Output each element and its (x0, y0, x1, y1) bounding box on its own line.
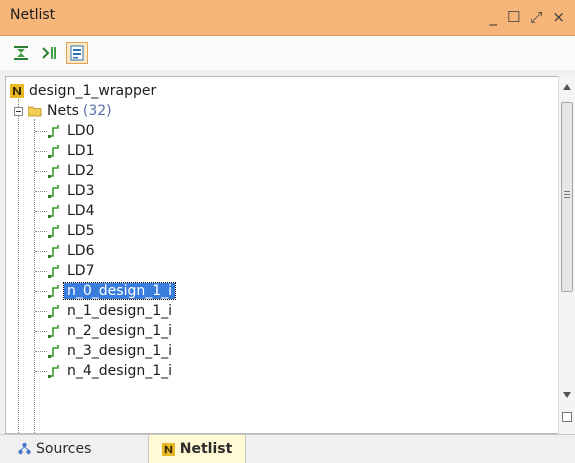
net-label: LD4 (67, 203, 95, 219)
net-label: LD3 (67, 183, 95, 199)
folder-icon (28, 106, 42, 117)
tree-item-net[interactable]: LD5 (48, 221, 95, 241)
float-icon[interactable]: ⤢ (530, 8, 542, 26)
tree-item-net[interactable]: LD7 (48, 261, 95, 281)
tree-item-net[interactable]: n_1_design_1_i (48, 301, 172, 321)
tree-connector (35, 351, 47, 352)
tree-connector (35, 151, 47, 152)
tree-connector (35, 191, 47, 192)
net-icon (48, 345, 59, 358)
expand-all-icon (42, 47, 56, 59)
net-label: LD5 (67, 223, 95, 239)
grip-icon (564, 191, 570, 198)
tree-item-net[interactable]: LD1 (48, 141, 95, 161)
tab-sources[interactable]: Sources (18, 435, 97, 463)
net-label: LD0 (67, 123, 95, 139)
netlist-n-icon (10, 84, 24, 98)
tree-connector (35, 271, 47, 272)
maximize-icon[interactable]: ☐ (507, 8, 520, 26)
panel-titlebar: Netlist _ ☐ ⤢ × (0, 0, 575, 36)
net-icon (48, 205, 59, 218)
collapse-all-icon (14, 46, 28, 60)
tab-netlist[interactable]: Netlist (148, 435, 246, 463)
show-hierarchy-button[interactable] (66, 42, 88, 64)
panel-tabs: Sources Netlist (0, 434, 575, 463)
nets-collapse-toggle[interactable] (14, 107, 23, 116)
netlist-n-icon (161, 442, 175, 456)
close-icon[interactable]: × (552, 8, 565, 26)
net-icon (48, 145, 59, 158)
tree-item-net[interactable]: LD0 (48, 121, 95, 141)
tree-connector (35, 131, 47, 132)
net-icon (48, 225, 59, 238)
net-icon (48, 285, 59, 298)
tree-item-net[interactable]: n_3_design_1_i (48, 341, 172, 361)
netlist-tree[interactable]: design_1_wrapper Nets (32) LD0 LD1 LD2 L… (5, 76, 558, 434)
scroll-up-icon[interactable] (563, 84, 571, 90)
tree-connector (35, 251, 47, 252)
net-icon (48, 125, 59, 138)
show-hierarchy-icon (70, 45, 84, 61)
tree-guide-line (18, 99, 19, 433)
tree-item-net[interactable]: n_2_design_1_i (48, 321, 172, 341)
tree-connector (35, 311, 47, 312)
tree-connector (35, 331, 47, 332)
net-icon (48, 265, 59, 278)
expand-all-button[interactable] (38, 42, 60, 64)
tree-item-nets[interactable]: Nets (32) (28, 101, 112, 121)
net-icon (48, 325, 59, 338)
tree-guide-line (34, 119, 35, 433)
tree-connector (35, 291, 47, 292)
nets-label: Nets (47, 103, 79, 119)
tree-item-net-selected[interactable]: n_0_design_1_i (48, 281, 177, 301)
net-label: LD6 (67, 243, 95, 259)
net-icon (48, 165, 59, 178)
net-icon (48, 305, 59, 318)
panel-title: Netlist (10, 7, 56, 23)
tree-item-net[interactable]: n_4_design_1_i (48, 361, 172, 381)
tab-sources-label: Sources (36, 441, 92, 457)
tree-item-net[interactable]: LD3 (48, 181, 95, 201)
window-controls: _ ☐ ⤢ × (489, 4, 565, 30)
net-label: n_1_design_1_i (67, 303, 173, 319)
net-label: n_4_design_1_i (67, 363, 173, 379)
tree-connector (35, 171, 47, 172)
net-icon (48, 365, 59, 378)
net-label: n_3_design_1_i (67, 343, 173, 359)
net-label: LD7 (67, 263, 95, 279)
tree-root-label: design_1_wrapper (29, 83, 157, 99)
tree-connector (35, 211, 47, 212)
tree-item-net[interactable]: LD6 (48, 241, 95, 261)
minimize-icon[interactable]: _ (489, 8, 497, 26)
scrollbar-thumb[interactable] (561, 102, 573, 292)
sources-icon (18, 442, 31, 455)
collapse-all-button[interactable] (10, 42, 32, 64)
net-label: n_0_design_1_i (62, 282, 177, 300)
net-label: LD1 (67, 143, 95, 159)
panel-toolbar (0, 36, 575, 70)
tree-item-net[interactable]: LD2 (48, 161, 95, 181)
nets-count: (32) (82, 103, 112, 119)
net-label: LD2 (67, 163, 95, 179)
scroll-down-icon[interactable] (563, 392, 571, 398)
tree-root-design[interactable]: design_1_wrapper (10, 81, 156, 101)
tree-scrollbar[interactable] (558, 76, 575, 434)
scroll-corner-button[interactable] (562, 412, 572, 422)
net-icon (48, 245, 59, 258)
tree-item-net[interactable]: LD4 (48, 201, 95, 221)
net-icon (48, 185, 59, 198)
net-label: n_2_design_1_i (67, 323, 173, 339)
tab-netlist-label: Netlist (179, 441, 233, 457)
tree-connector (35, 231, 47, 232)
tree-connector (35, 371, 47, 372)
